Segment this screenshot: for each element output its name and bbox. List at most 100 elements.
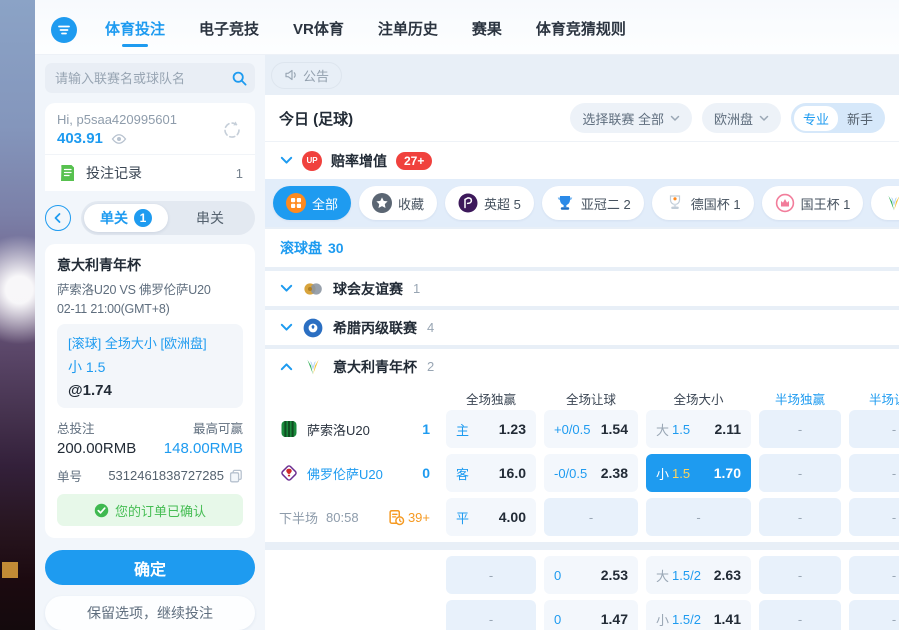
mode-novice[interactable]: 新手	[838, 106, 882, 131]
bet-record-row[interactable]: 投注记录 1	[45, 154, 255, 191]
odds-cell[interactable]: 平4.00	[446, 498, 536, 536]
league-pill-2[interactable]: 英超 5	[445, 186, 534, 220]
receipt-icon	[57, 163, 77, 183]
total-stake-value: 200.00RMB	[57, 440, 150, 457]
order-number-label: 单号	[57, 466, 108, 485]
odds-table-header: 全场独赢全场让球全场大小半场独赢半场让球	[265, 386, 899, 410]
tab-parlay-bet[interactable]: 串关	[168, 204, 252, 232]
nav-tab-3[interactable]: 注单历史	[378, 12, 438, 49]
section-name: 球会友谊赛	[333, 279, 403, 299]
odds-value: 1.54	[601, 421, 628, 437]
odds-type-dropdown[interactable]: 欧洲盘	[702, 103, 781, 133]
total-stake-label: 总投注	[57, 418, 150, 437]
odds-value: 1.41	[714, 611, 741, 627]
odds-cell-empty: -	[646, 498, 751, 536]
nav-tab-1[interactable]: 电子竞技	[199, 12, 259, 49]
league-section-2[interactable]: 意大利青年杯2	[265, 349, 899, 384]
league-pill-label: 收藏	[398, 194, 424, 213]
league-select-dropdown[interactable]: 选择联赛 全部	[570, 103, 692, 133]
league-pill-4[interactable]: 德国杯 1	[652, 186, 754, 220]
league-filter-pills: 全部 收藏 英超 5亚冠二 2 德国杯 1 国王杯 1 意大利青年杯 2	[265, 179, 899, 227]
odds-cell[interactable]: 01.47	[544, 600, 638, 630]
mode-pro[interactable]: 专业	[794, 106, 838, 131]
league-pill-6[interactable]: 意大利青年杯 2	[871, 186, 899, 220]
section-count: 2	[427, 359, 434, 374]
odds-label: +0/0.5	[554, 422, 591, 437]
slip-pick: 小 1.5	[68, 357, 232, 377]
slip-selection-box: [滚球] 全场大小 [欧洲盘] 小 1.5 @1.74	[57, 324, 243, 408]
nav-tab-2[interactable]: VR体育	[293, 12, 344, 49]
odds-cell-selected[interactable]: 小1.51.70	[646, 454, 751, 492]
confirm-button[interactable]: 确定	[45, 550, 255, 585]
league-pill-0[interactable]: 全部	[273, 186, 351, 220]
friendly-balls-icon	[303, 281, 323, 297]
search-icon[interactable]	[231, 70, 248, 87]
up-boost-icon: UP	[302, 151, 322, 171]
search-input[interactable]	[55, 71, 231, 86]
odds-value: 2.53	[601, 567, 628, 583]
team-score: 0	[422, 465, 430, 481]
nav-tab-4[interactable]: 赛果	[472, 12, 502, 49]
league-section-0[interactable]: 球会友谊赛1	[265, 271, 899, 306]
slip-league-name: 意大利青年杯	[57, 255, 243, 275]
league-pill-label: 德国杯 1	[691, 194, 741, 213]
odds-label: 主	[456, 420, 469, 439]
odds-cell[interactable]: 小1.5/21.41	[646, 600, 751, 630]
odds-cell[interactable]: 02.53	[544, 556, 638, 594]
more-markets[interactable]: 39+	[388, 509, 430, 526]
bet-slip-card: 意大利青年杯 萨索洛U20 VS 佛罗伦萨U20 02-11 21:00(GMT…	[45, 244, 255, 538]
league-pill-label: 国王杯 1	[801, 194, 851, 213]
slip-tabs-row: 单关 1 串关	[45, 201, 255, 235]
league-section-1[interactable]: 希腊丙级联赛4	[265, 310, 899, 345]
odds-cell-empty: -	[759, 498, 841, 536]
period-label: 下半场	[279, 508, 318, 527]
back-button[interactable]	[45, 205, 71, 231]
greek-league-icon	[303, 318, 323, 338]
odds-cell[interactable]: 大1.52.11	[646, 410, 751, 448]
trophy-blue-icon	[555, 193, 575, 213]
eye-icon[interactable]	[111, 133, 127, 145]
league-pill-3[interactable]: 亚冠二 2	[542, 186, 644, 220]
star-icon	[372, 193, 392, 213]
announcement-pill[interactable]: 公告	[271, 62, 342, 89]
league-pill-1[interactable]: 收藏	[359, 186, 437, 220]
odds-cell[interactable]: -0/0.52.38	[544, 454, 638, 492]
odds-cell[interactable]: 客16.0	[446, 454, 536, 492]
live-markets-row[interactable]: 滚球盘 30	[265, 229, 899, 267]
brand-logo-icon[interactable]	[51, 17, 77, 43]
odds-cell-empty: -	[759, 410, 841, 448]
league-pill-5[interactable]: 国王杯 1	[762, 186, 864, 220]
search-bar	[45, 63, 255, 93]
odds-cell-empty: -	[446, 556, 536, 594]
megaphone-icon	[284, 68, 298, 82]
table-row: -02.53大1.5/22.63--	[265, 556, 899, 594]
match-info-cell: 下半场80:5839+	[273, 498, 438, 536]
odds-cell-empty: -	[446, 600, 536, 630]
copy-icon[interactable]	[229, 469, 243, 483]
chevron-down-icon	[280, 284, 293, 293]
balance-amount: 403.91	[57, 130, 103, 147]
section-name: 希腊丙级联赛	[333, 318, 417, 338]
odds-cell-empty: -	[759, 454, 841, 492]
odds-cell-empty: -	[849, 556, 899, 594]
refresh-icon[interactable]	[221, 119, 243, 141]
col-header-3[interactable]: 半场独赢	[759, 389, 841, 408]
single-bet-label: 单关	[100, 208, 128, 228]
nav-tab-5[interactable]: 体育竞猜规则	[536, 12, 626, 49]
ou-prefix: 小	[656, 610, 669, 629]
odds-cell[interactable]: 主1.23	[446, 410, 536, 448]
odds-cell[interactable]: 大1.5/22.63	[646, 556, 751, 594]
handicap-line: 1.5/2	[672, 568, 701, 583]
odds-boost-row[interactable]: UP 赔率增值 27+	[265, 141, 899, 179]
team-cell: 萨索洛U201	[273, 410, 438, 448]
col-header-4[interactable]: 半场让球	[849, 389, 899, 408]
odds-cell[interactable]: +0/0.5 1.54	[544, 410, 638, 448]
tab-single-bet[interactable]: 单关 1	[84, 204, 168, 232]
league-pill-label: 全部	[312, 194, 338, 213]
single-bet-count-badge: 1	[134, 209, 152, 227]
nav-tab-0[interactable]: 体育投注	[105, 12, 165, 49]
keep-selection-button[interactable]: 保留选项，继续投注	[45, 596, 255, 630]
handicap-line: 1.5	[672, 466, 690, 481]
table-row: -01.47小1.5/21.41--	[265, 600, 899, 630]
odds-table-body: 萨索洛U201主1.23+0/0.51.54大1.52.11--佛罗伦萨U200…	[265, 410, 899, 630]
